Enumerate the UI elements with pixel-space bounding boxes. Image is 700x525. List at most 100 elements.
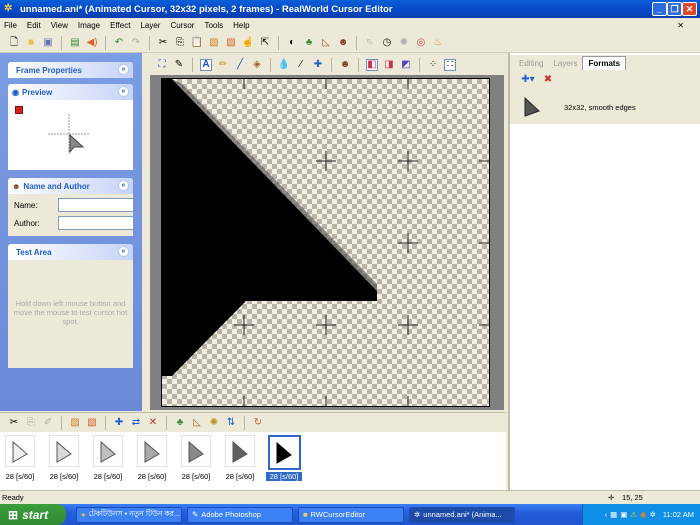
menu-tools[interactable]: Tools (204, 21, 223, 30)
busy-icon[interactable]: ✺ (398, 37, 410, 49)
arrow-cursor-icon[interactable]: ⇖ (364, 37, 376, 49)
export-icon[interactable]: ▤ (69, 37, 81, 49)
pointer-icon[interactable]: ⇱ (259, 37, 271, 49)
frame-thumbnail[interactable] (137, 435, 167, 467)
hotspot-icon[interactable]: ✚ (312, 59, 324, 71)
eye-icon: ◉ (12, 87, 19, 97)
copy-icon[interactable]: ⎘ (174, 37, 186, 49)
new-icon[interactable]: 🗋 (8, 37, 20, 49)
text-tool-icon[interactable]: A (200, 59, 212, 71)
add-format-icon[interactable]: ✚▾ (521, 74, 534, 86)
expand-icon[interactable]: » (118, 64, 129, 75)
mdi-close-icon[interactable]: ✕ (677, 21, 684, 30)
menu-cursor[interactable]: Cursor (170, 21, 194, 30)
close-button[interactable]: ✕ (682, 2, 697, 16)
delete-frame-icon[interactable]: ✕ (147, 417, 159, 429)
collapse-icon[interactable]: « (118, 86, 129, 97)
redo-icon[interactable]: ↷ (130, 37, 142, 49)
tray-icon[interactable]: ▦ (610, 510, 617, 519)
frame-properties-panel[interactable]: Frame Properties » (8, 62, 133, 78)
taskbar-chrome[interactable]: ● টেকটিউনস • নতুন টিউন কর... (76, 506, 182, 523)
eyedropper-icon[interactable]: ⁄ (295, 59, 307, 71)
taskbar-folder[interactable]: ■ RWCursorEditor (298, 506, 404, 523)
move-frame-icon[interactable]: ⇄ (130, 417, 142, 429)
user-effect-icon[interactable]: ☻ (339, 59, 351, 71)
clock-icon[interactable]: ◷ (381, 37, 393, 49)
pixel-canvas[interactable] (161, 78, 490, 407)
menu-image[interactable]: Image (78, 21, 100, 30)
insert-frame-icon[interactable]: ▧ (86, 417, 98, 429)
refresh-icon[interactable]: ↻ (252, 417, 264, 429)
user-icon[interactable]: ☻ (337, 37, 349, 49)
antivirus-icon[interactable]: ◉ (640, 510, 647, 519)
format-list-item[interactable]: 32x32, smooth edges (510, 90, 700, 124)
settings-icon[interactable]: ✺ (208, 417, 220, 429)
cut-frame-icon[interactable]: ✂ (8, 417, 20, 429)
blend-mode-1-icon[interactable]: ◧ (366, 59, 378, 71)
warning-icon[interactable]: ⚠ (630, 510, 637, 519)
lifebuoy-icon[interactable]: ◎ (415, 37, 427, 49)
name-input[interactable] (58, 198, 133, 212)
minimize-button[interactable]: _ (652, 2, 667, 16)
maximize-button[interactable]: ❐ (667, 2, 682, 16)
test-area-panel[interactable]: Test Area « Hold down left mouse button a… (8, 244, 133, 368)
start-button[interactable]: ⊞ start (0, 504, 66, 525)
frame-thumbnail[interactable] (49, 435, 79, 467)
grid-sparse-icon[interactable]: ⁘ (427, 59, 439, 71)
save-icon[interactable]: ▣ (42, 37, 54, 49)
paste-icon[interactable]: 📋 (191, 37, 203, 49)
pen-icon[interactable]: ✎ (173, 59, 185, 71)
globe-icon[interactable]: ♣ (303, 37, 315, 49)
menu-effect[interactable]: Effect (110, 21, 130, 30)
frame-thumbnail[interactable] (93, 435, 123, 467)
app-tray-icon[interactable]: ✲ (650, 510, 656, 519)
effects-icon[interactable]: ♣ (174, 417, 186, 429)
taskbar-photoshop[interactable]: ✎ Adobe Photoshop (187, 506, 293, 523)
hand-icon[interactable]: ☝ (242, 37, 254, 49)
fill-icon[interactable]: ◈ (251, 59, 263, 71)
stop-icon[interactable] (15, 106, 23, 114)
reverse-icon[interactable]: ⇅ (225, 417, 237, 429)
copy-frame-icon[interactable]: ⎘ (25, 417, 37, 429)
author-input[interactable] (58, 216, 133, 230)
add-frame-icon[interactable]: ✚ (113, 417, 125, 429)
open-folder-icon[interactable]: ■ (25, 37, 37, 49)
tab-editing[interactable]: Editing (514, 57, 548, 70)
network-icon[interactable]: ▣ (620, 510, 627, 519)
grid-icon[interactable]: ∷ (444, 59, 456, 71)
tray-expand-icon[interactable]: ‹ (605, 510, 608, 519)
fire-icon[interactable]: ♨ (432, 37, 444, 49)
menu-layer[interactable]: Layer (140, 21, 160, 30)
frame-thumbnail[interactable] (181, 435, 211, 467)
menu-file[interactable]: File (4, 21, 17, 30)
frame-thumbnail[interactable] (268, 435, 301, 470)
cut-icon[interactable]: ✂ (157, 37, 169, 49)
blend-mode-3-icon[interactable]: ◩ (400, 59, 412, 71)
delete-format-icon[interactable]: ✖ (542, 74, 554, 86)
line-icon[interactable]: ╱ (234, 59, 246, 71)
collapse-icon[interactable]: « (118, 246, 129, 257)
menu-help[interactable]: Help (233, 21, 249, 30)
frame-thumbnail[interactable] (5, 435, 35, 467)
blend-mode-2-icon[interactable]: ◨ (383, 59, 395, 71)
menu-view[interactable]: View (51, 21, 68, 30)
tab-formats[interactable]: Formats (582, 56, 627, 70)
ruler-icon[interactable]: ◺ (191, 417, 203, 429)
selection-icon[interactable]: ⛶ (156, 59, 168, 71)
undo-icon[interactable]: ↶ (113, 37, 125, 49)
duplicate-frame-icon[interactable]: ▨ (69, 417, 81, 429)
contrast-icon[interactable]: ◐ (286, 37, 298, 49)
sound-icon[interactable]: ◀) (86, 37, 98, 49)
cursor-coords: 15, 25 (622, 493, 643, 502)
paste-frame-icon[interactable]: ✐ (42, 417, 54, 429)
collapse-icon[interactable]: « (118, 180, 129, 191)
menu-edit[interactable]: Edit (27, 21, 41, 30)
pencil-icon[interactable]: ✏ (217, 59, 229, 71)
clipboard-icon[interactable]: ▧ (225, 37, 237, 49)
drop-icon[interactable]: 💧 (278, 59, 290, 71)
frame-thumbnail[interactable] (225, 435, 255, 467)
taskbar-cursor-editor[interactable]: ✲ unnamed.ani* (Anima... (409, 506, 515, 523)
ruler-icon[interactable]: ◺ (320, 37, 332, 49)
layers-icon[interactable]: ▨ (208, 37, 220, 49)
tab-layers[interactable]: Layers (548, 57, 582, 70)
